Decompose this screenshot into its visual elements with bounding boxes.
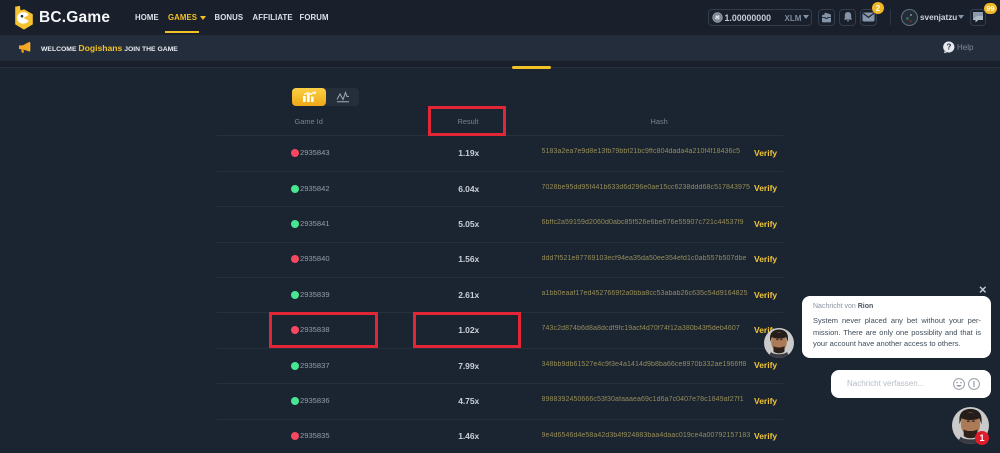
svg-text:?: ?	[947, 42, 952, 51]
